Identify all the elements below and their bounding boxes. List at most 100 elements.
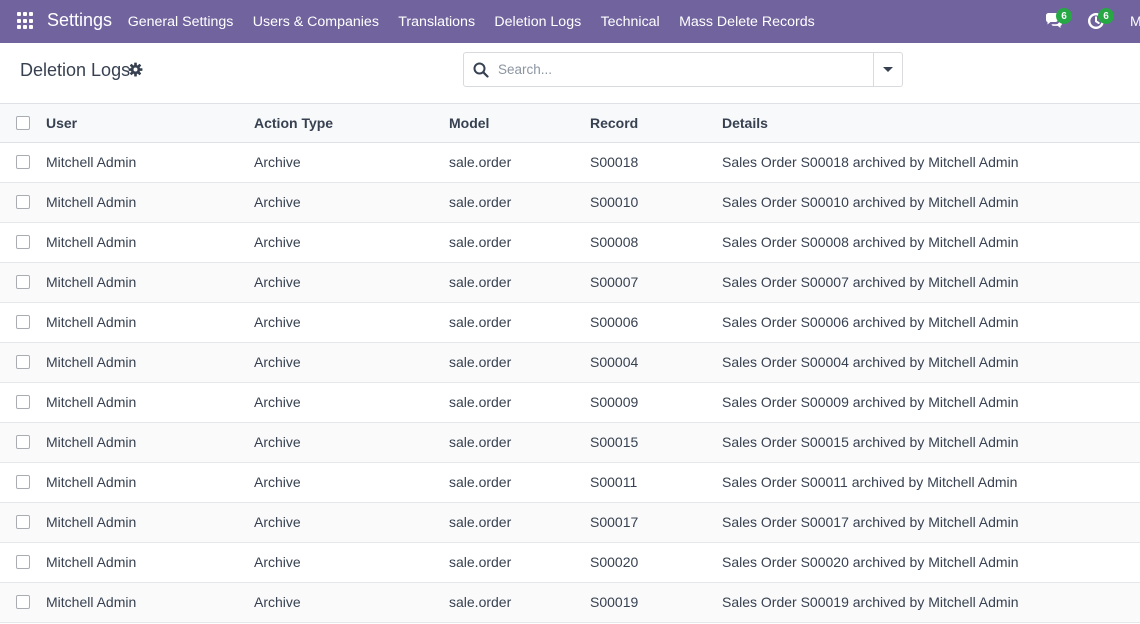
cell-model: sale.order [449,542,590,583]
row-select-cell [0,422,46,463]
select-all-checkbox[interactable] [16,115,30,130]
menu-general-settings[interactable]: General Settings [118,14,243,30]
row-select-cell [0,142,46,183]
deletion-logs-table: User Action Type Model Record Details Mi… [0,104,1140,623]
menu-translations[interactable]: Translations [389,14,485,30]
cell-model: sale.order [449,422,590,463]
cell-model: sale.order [449,262,590,303]
activities-badge: 6 [1098,8,1114,24]
cell-details: Sales Order S00009 archived by Mitchell … [722,382,1140,423]
search-input[interactable] [498,53,873,86]
cell-record: S00006 [590,302,722,343]
top-navbar: Settings General Settings Users & Compan… [0,0,1140,43]
menu-technical[interactable]: Technical [591,14,670,30]
cell-record: S00009 [590,382,722,423]
gear-icon[interactable] [128,62,143,77]
menu-mass-delete-records[interactable]: Mass Delete Records [669,14,824,30]
row-select-cell [0,222,46,263]
table-row[interactable]: Mitchell Admin Archive sale.order S00020 Sal… [0,542,1140,583]
menu-users-companies[interactable]: Users & Companies [243,14,389,30]
row-select-cell [0,502,46,543]
cell-action-type: Archive [254,222,449,263]
row-checkbox[interactable] [16,515,30,529]
table-row[interactable]: Mitchell Admin Archive sale.order S00011 Sal… [0,462,1140,503]
cell-record: S00015 [590,422,722,463]
cell-record: S00004 [590,342,722,383]
column-header-model[interactable]: Model [449,104,590,143]
caret-down-icon [883,67,893,72]
cell-user: Mitchell Admin [46,142,254,183]
cell-details: Sales Order S00008 archived by Mitchell … [722,222,1140,263]
row-checkbox[interactable] [16,235,30,249]
table-row[interactable]: Mitchell Admin Archive sale.order S00004 Sal… [0,342,1140,383]
row-checkbox[interactable] [16,315,30,329]
messages-icon[interactable]: 6 [1044,8,1072,33]
row-checkbox[interactable] [16,275,30,289]
apps-menu-icon[interactable] [17,12,35,30]
table-header-row: User Action Type Model Record Details [0,104,1140,143]
cell-action-type: Archive [254,382,449,423]
cell-action-type: Archive [254,182,449,223]
row-checkbox[interactable] [16,395,30,409]
row-select-cell [0,262,46,303]
cell-model: sale.order [449,182,590,223]
table-row[interactable]: Mitchell Admin Archive sale.order S00008 Sal… [0,222,1140,263]
column-header-action-type[interactable]: Action Type [254,104,449,143]
cell-action-type: Archive [254,462,449,503]
column-header-details[interactable]: Details [722,104,1140,143]
cell-model: sale.order [449,502,590,543]
cell-action-type: Archive [254,302,449,343]
activities-icon[interactable]: 6 [1086,8,1114,33]
cell-user: Mitchell Admin [46,422,254,463]
row-checkbox[interactable] [16,595,30,609]
user-menu[interactable]: M [1130,13,1140,29]
cell-record: S00020 [590,542,722,583]
cell-record: S00018 [590,142,722,183]
row-checkbox[interactable] [16,555,30,569]
menu-deletion-logs[interactable]: Deletion Logs [485,14,591,30]
row-checkbox[interactable] [16,195,30,209]
cell-details: Sales Order S00019 archived by Mitchell … [722,582,1140,623]
row-checkbox[interactable] [16,155,30,169]
row-checkbox[interactable] [16,355,30,369]
cell-record: S00019 [590,582,722,623]
cell-model: sale.order [449,462,590,503]
cell-details: Sales Order S00011 archived by Mitchell … [722,462,1140,503]
messages-badge: 6 [1056,8,1072,24]
table-row[interactable]: Mitchell Admin Archive sale.order S00007 Sal… [0,262,1140,303]
cell-record: S00011 [590,462,722,503]
table-row[interactable]: Mitchell Admin Archive sale.order S00010 Sal… [0,182,1140,223]
table-row[interactable]: Mitchell Admin Archive sale.order S00019 Sal… [0,582,1140,623]
cell-action-type: Archive [254,582,449,623]
cell-action-type: Archive [254,262,449,303]
search-options-toggle[interactable] [873,53,902,86]
cell-details: Sales Order S00007 archived by Mitchell … [722,262,1140,303]
row-select-cell [0,302,46,343]
cell-user: Mitchell Admin [46,382,254,423]
table-row[interactable]: Mitchell Admin Archive sale.order S00018 Sal… [0,142,1140,183]
cell-action-type: Archive [254,342,449,383]
column-header-record[interactable]: Record [590,104,722,143]
page-title: Deletion Logs [20,60,131,80]
cell-action-type: Archive [254,422,449,463]
cell-model: sale.order [449,582,590,623]
control-panel: Deletion Logs [0,43,1140,104]
cell-user: Mitchell Admin [46,502,254,543]
cell-record: S00010 [590,182,722,223]
table-row[interactable]: Mitchell Admin Archive sale.order S00017 Sal… [0,502,1140,543]
cell-details: Sales Order S00015 archived by Mitchell … [722,422,1140,463]
table-row[interactable]: Mitchell Admin Archive sale.order S00015 Sal… [0,422,1140,463]
cell-action-type: Archive [254,142,449,183]
search-bar [463,52,903,87]
cell-user: Mitchell Admin [46,582,254,623]
column-header-user[interactable]: User [46,104,254,143]
app-name[interactable]: Settings [47,10,112,31]
row-checkbox[interactable] [16,435,30,449]
table-row[interactable]: Mitchell Admin Archive sale.order S00009 Sal… [0,382,1140,423]
table-row[interactable]: Mitchell Admin Archive sale.order S00006 Sal… [0,302,1140,343]
row-checkbox[interactable] [16,475,30,489]
cell-model: sale.order [449,342,590,383]
row-select-cell [0,462,46,503]
cell-record: S00017 [590,502,722,543]
cell-model: sale.order [449,222,590,263]
